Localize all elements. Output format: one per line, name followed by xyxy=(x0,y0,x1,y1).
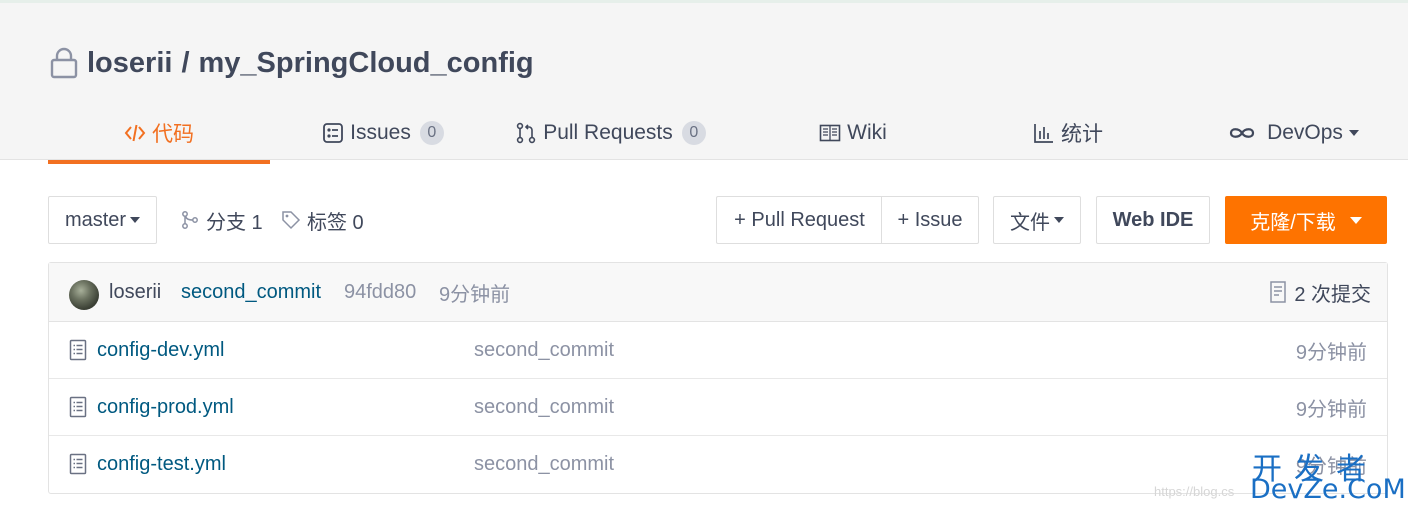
repo-separator: / xyxy=(181,46,190,79)
chevron-down-icon xyxy=(1348,130,1359,136)
repo-tabs: 代码 Issues 0 Pull Requests 0 Wiki 统计 DevO… xyxy=(48,103,1408,164)
branches-label: 分支 1 xyxy=(206,211,263,234)
pull-requests-count-badge: 0 xyxy=(681,121,706,145)
new-issue-button[interactable]: + Issue xyxy=(881,196,979,244)
commit-sha-link[interactable]: 94fdd80 xyxy=(344,281,416,304)
branch-select[interactable]: master xyxy=(48,196,157,244)
code-icon xyxy=(124,122,146,144)
infinity-icon xyxy=(1227,122,1257,144)
file-commit-time: 9分钟前 xyxy=(1295,341,1367,364)
branches-link[interactable]: 分支 1 xyxy=(180,196,263,244)
web-ide-button[interactable]: Web IDE xyxy=(1096,196,1210,244)
file-icon xyxy=(69,396,87,418)
repo-name-link[interactable]: my_SpringCloud_config xyxy=(199,47,534,80)
issues-count-badge: 0 xyxy=(419,121,444,145)
tab-code[interactable]: 代码 xyxy=(48,103,270,164)
tab-issues-label: Issues xyxy=(350,121,411,144)
tab-wiki-label: Wiki xyxy=(847,121,887,144)
file-row: config-dev.yml second_commit 9分钟前 xyxy=(49,322,1387,379)
pull-request-icon xyxy=(515,122,537,144)
site-watermark: https://blog.cs 开发者 DevZe.CoM xyxy=(1154,444,1406,506)
tab-stats[interactable]: 统计 xyxy=(1008,103,1128,163)
file-list: loserii second_commit 94fdd80 9分钟前 2 次提交… xyxy=(48,262,1388,494)
tab-code-label: 代码 xyxy=(152,123,194,146)
branch-icon xyxy=(180,210,200,230)
commit-time: 9分钟前 xyxy=(439,283,511,306)
branch-select-label: master xyxy=(64,208,127,231)
tab-devops[interactable]: DevOps xyxy=(1218,103,1368,163)
file-commit-time: 9分钟前 xyxy=(1295,398,1367,421)
file-name-link[interactable]: config-dev.yml xyxy=(97,339,224,362)
watermark-line2: DevZe.CoM xyxy=(1250,474,1406,505)
watermark-url: https://blog.cs xyxy=(1154,484,1235,499)
issues-icon xyxy=(322,122,344,144)
clone-download-label: 克隆/下载 xyxy=(1250,211,1336,234)
repo-owner-link[interactable]: loserii xyxy=(87,47,172,80)
tag-icon xyxy=(281,210,301,230)
commits-document-icon xyxy=(1268,280,1288,304)
chevron-down-icon xyxy=(1349,216,1362,224)
repo-title: loserii / my_SpringCloud_config xyxy=(50,43,534,83)
file-commit-message-link[interactable]: second_commit xyxy=(474,453,614,476)
commit-count-link[interactable]: 2 次提交 xyxy=(1268,278,1371,307)
file-menu-label: 文件 xyxy=(1010,211,1050,234)
file-icon xyxy=(69,453,87,475)
tab-stats-label: 统计 xyxy=(1061,123,1103,146)
repo-header: loserii / my_SpringCloud_config 代码 Issue… xyxy=(0,0,1408,164)
chevron-down-icon xyxy=(130,217,141,223)
tab-pull-requests-label: Pull Requests xyxy=(543,121,673,144)
latest-commit-bar: loserii second_commit 94fdd80 9分钟前 2 次提交 xyxy=(49,263,1387,322)
avatar[interactable] xyxy=(69,280,99,310)
lock-icon xyxy=(50,47,78,79)
commit-author-link[interactable]: loserii xyxy=(109,281,161,304)
tab-devops-label: DevOps xyxy=(1267,121,1343,144)
file-name-link[interactable]: config-prod.yml xyxy=(97,396,234,419)
file-name-link[interactable]: config-test.yml xyxy=(97,453,226,476)
tab-wiki[interactable]: Wiki xyxy=(788,103,918,163)
file-icon xyxy=(69,339,87,361)
repo-toolbar: master 分支 1 标签 0 + Pull Request + Issue … xyxy=(48,196,1388,244)
clone-download-button[interactable]: 克隆/下载 xyxy=(1225,196,1387,244)
tags-link[interactable]: 标签 0 xyxy=(281,196,364,244)
stats-chart-icon xyxy=(1033,122,1055,144)
tags-label: 标签 0 xyxy=(307,211,364,234)
new-pull-request-button[interactable]: + Pull Request xyxy=(716,196,882,244)
commit-count-label: 2 次提交 xyxy=(1294,283,1371,306)
tab-pull-requests[interactable]: Pull Requests 0 xyxy=(508,103,713,163)
commit-message-link[interactable]: second_commit xyxy=(181,281,321,304)
file-commit-message-link[interactable]: second_commit xyxy=(474,396,614,419)
file-row: config-prod.yml second_commit 9分钟前 xyxy=(49,379,1387,436)
tab-issues[interactable]: Issues 0 xyxy=(308,103,458,163)
wiki-book-icon xyxy=(819,122,841,144)
chevron-down-icon xyxy=(1054,217,1064,223)
file-commit-message-link[interactable]: second_commit xyxy=(474,339,614,362)
file-menu-button[interactable]: 文件 xyxy=(993,196,1081,244)
